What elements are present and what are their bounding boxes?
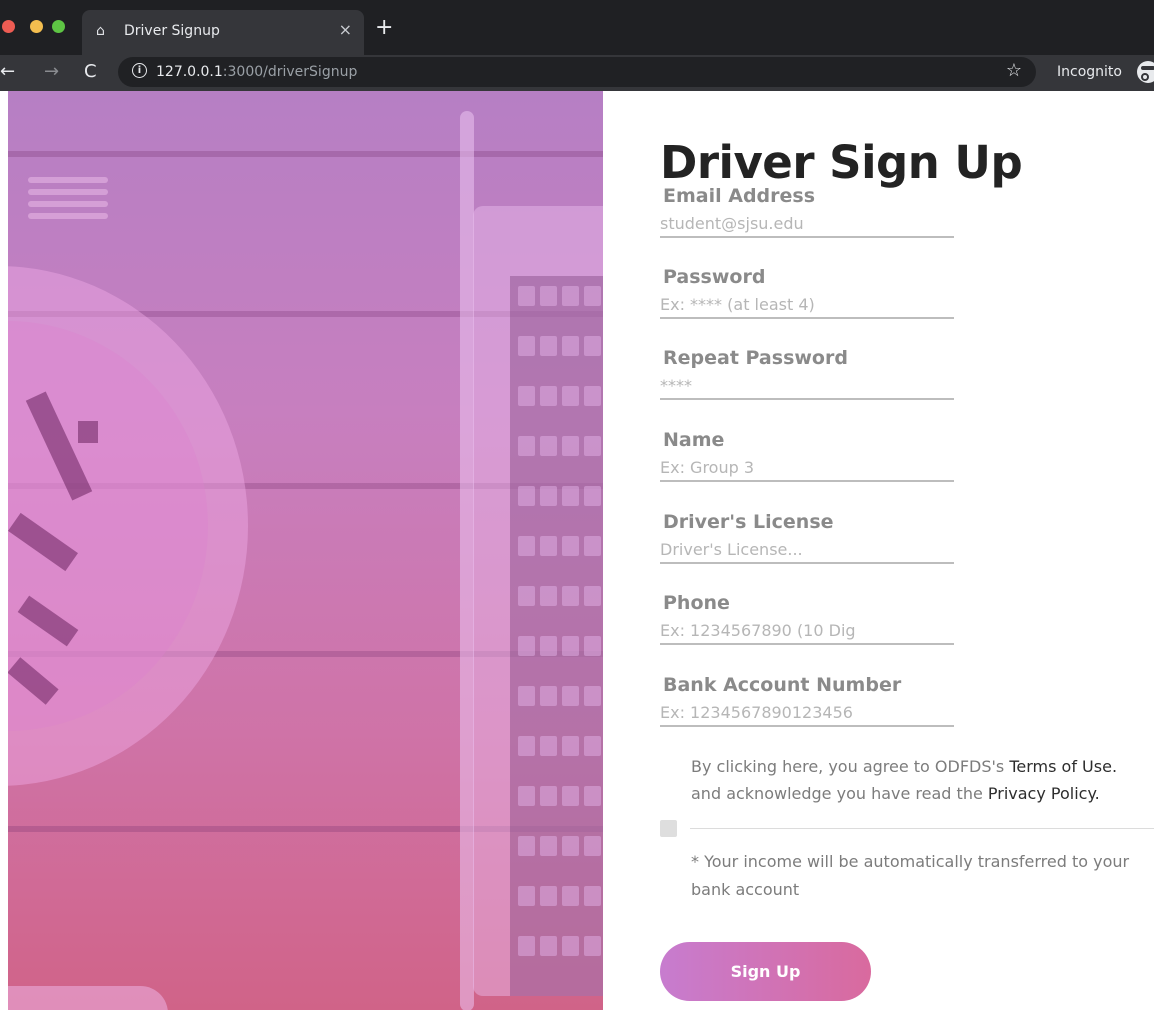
home-icon: ⌂ (96, 23, 105, 39)
license-input[interactable] (660, 538, 954, 564)
close-window-button[interactable] (2, 20, 15, 33)
incognito-icon[interactable] (1137, 61, 1154, 83)
email-label: Email Address (663, 185, 816, 207)
knife-image (8, 986, 168, 1010)
agree-checkbox[interactable] (660, 820, 677, 837)
email-input[interactable] (660, 212, 954, 238)
hero-image (8, 91, 603, 1010)
repeat-password-field-group: Repeat Password (660, 346, 956, 404)
divider (690, 828, 1154, 829)
email-field-group: Email Address (660, 184, 956, 242)
terms-of-use-link[interactable]: Terms of Use. (1009, 757, 1117, 776)
password-field-group: Password (660, 265, 956, 323)
phone-label: Phone (663, 592, 730, 614)
url-path: :3000/driverSignup (222, 64, 358, 80)
bank-account-field-group: Bank Account Number (660, 673, 956, 731)
page-title: Driver Sign Up (660, 136, 1023, 190)
name-label: Name (663, 429, 725, 451)
address-bar[interactable]: i 127.0.0.1:3000/driverSignup ☆ (118, 57, 1036, 87)
agreement-prefix: By clicking here, you agree to ODFDS's (691, 757, 1010, 776)
reload-icon[interactable]: C (84, 61, 97, 83)
incognito-label: Incognito (1057, 64, 1122, 80)
bookmark-star-icon[interactable]: ☆ (1006, 61, 1022, 81)
bank-account-label: Bank Account Number (663, 674, 902, 696)
new-tab-button[interactable]: + (375, 16, 393, 40)
sign-up-button[interactable]: Sign Up (660, 942, 871, 1001)
minimize-window-button[interactable] (30, 20, 43, 33)
name-input[interactable] (660, 456, 954, 482)
phone-field-group: Phone (660, 591, 956, 649)
info-icon[interactable]: i (132, 63, 147, 78)
income-note: * Your income will be automatically tran… (691, 852, 1130, 899)
forward-arrow-icon[interactable]: → (44, 61, 59, 83)
url-host: 127.0.0.1 (156, 64, 223, 80)
repeat-password-input[interactable] (660, 374, 954, 400)
bank-account-input[interactable] (660, 701, 954, 727)
agreement-text: By clicking here, you agree to ODFDS's T… (691, 753, 1154, 807)
password-input[interactable] (660, 293, 954, 319)
license-label: Driver's License (663, 511, 834, 533)
browser-titlebar: ⌂ Driver Signup × + (0, 0, 1154, 55)
privacy-policy-link[interactable]: Privacy Policy. (988, 784, 1100, 803)
url-text[interactable]: 127.0.0.1:3000/driverSignup (156, 63, 357, 81)
back-arrow-icon[interactable]: ← (0, 61, 15, 83)
repeat-password-label: Repeat Password (663, 347, 848, 369)
password-label: Password (663, 266, 766, 288)
keyboard-image (510, 276, 603, 996)
tab-close-icon[interactable]: × (339, 21, 352, 39)
phone-input[interactable] (660, 619, 954, 645)
tab-title: Driver Signup (124, 23, 220, 39)
agreement-middle: and acknowledge you have read the (691, 784, 988, 803)
browser-tab[interactable]: ⌂ Driver Signup × (82, 10, 364, 55)
name-field-group: Name (660, 428, 956, 486)
license-field-group: Driver's License (660, 510, 956, 568)
browser-toolbar: ← → C i 127.0.0.1:3000/driverSignup ☆ In… (0, 55, 1154, 91)
maximize-window-button[interactable] (52, 20, 65, 33)
